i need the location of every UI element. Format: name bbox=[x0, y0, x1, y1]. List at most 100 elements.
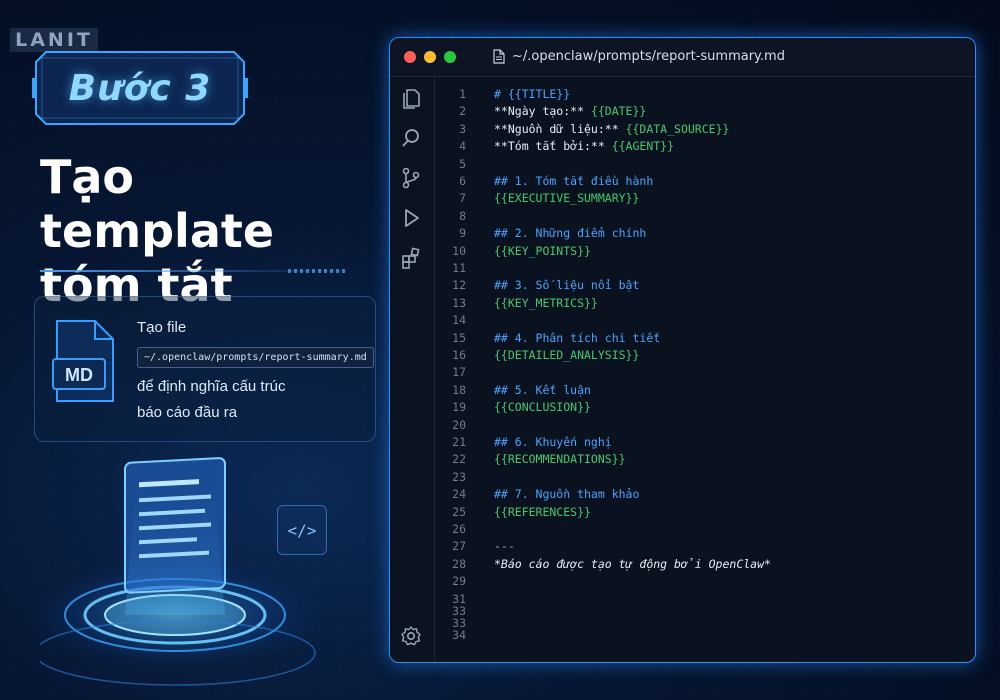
info-line-1: Tạo file bbox=[137, 319, 187, 336]
title-divider bbox=[40, 269, 360, 273]
code-icon-glyph: </> bbox=[287, 520, 317, 540]
code-line: # {{TITLE}} bbox=[494, 87, 570, 101]
code-token: ## 3. Số liệu nổi bật bbox=[494, 278, 640, 293]
code-token: *Báo cáo được tạo tự động bởi OpenClaw* bbox=[494, 556, 771, 571]
maximize-window-button[interactable] bbox=[444, 51, 456, 63]
page-title: Tạo template tóm tắt bbox=[40, 150, 380, 312]
code-token: ## 4. Phân tích chi tiết bbox=[494, 330, 661, 345]
code-line: {{CONCLUSION}} bbox=[494, 400, 591, 414]
line-number: 20 bbox=[452, 417, 466, 432]
line-number: 34 bbox=[452, 627, 466, 642]
code-token: {{RECOMMENDATIONS}} bbox=[494, 452, 626, 467]
line-number: 9 bbox=[459, 226, 466, 241]
info-text: Tạo file ~/.openclaw/prompts/report-summ… bbox=[137, 319, 374, 424]
code-line: **Tóm tắt bởi:** {{AGENT}} bbox=[494, 139, 674, 153]
close-window-button[interactable] bbox=[404, 51, 416, 63]
line-number: 5 bbox=[459, 156, 466, 171]
file-icon bbox=[493, 49, 505, 64]
line-number: 18 bbox=[452, 382, 466, 397]
line-number: 1 bbox=[459, 87, 466, 101]
code-editor-window: ~/.openclaw/prompts/report-summary.md 1 … bbox=[389, 37, 976, 663]
code-token: {{KEY_METRICS}} bbox=[494, 295, 598, 310]
line-number: 25 bbox=[452, 504, 466, 519]
editor-titlebar: ~/.openclaw/prompts/report-summary.md bbox=[390, 38, 975, 77]
md-file-icon: MD bbox=[52, 320, 114, 402]
code-token: ## 1. Tóm tắt điều hành bbox=[494, 174, 654, 188]
code-token: {{REFERENCES}} bbox=[494, 504, 591, 519]
code-token: {{TITLE}} bbox=[507, 87, 571, 101]
line-number: 21 bbox=[452, 435, 466, 449]
code-line: ## 3. Số liệu nổi bật bbox=[494, 278, 639, 292]
code-line: {{EXECUTIVE_SUMMARY}} bbox=[494, 191, 639, 205]
run-icon[interactable] bbox=[400, 207, 422, 229]
code-token: ## 5. Kết luận bbox=[494, 382, 591, 397]
minimize-window-button[interactable] bbox=[424, 51, 436, 63]
line-number: 2 bbox=[459, 104, 466, 119]
line-number: 27 bbox=[452, 539, 466, 554]
code-token: **Tóm tắt bởi:** bbox=[494, 139, 612, 154]
code-line: ## 5. Kết luận bbox=[494, 383, 591, 397]
line-number: 26 bbox=[452, 522, 466, 536]
code-token: ## 6. Khuyến nghị bbox=[494, 435, 612, 449]
code-token: **Ngày tạo:** bbox=[494, 104, 591, 119]
files-icon[interactable] bbox=[400, 87, 422, 109]
code-line: **Nguồn dữ liệu:** {{DATA_SOURCE}} bbox=[494, 122, 729, 136]
line-number: 11 bbox=[452, 261, 466, 275]
line-number: 29 bbox=[452, 574, 466, 589]
line-number: 23 bbox=[452, 469, 466, 484]
code-token: {{KEY_POINTS}} bbox=[494, 243, 591, 258]
activity-bar bbox=[390, 77, 435, 662]
code-line: ## 1. Tóm tắt điều hành bbox=[494, 174, 653, 188]
code-line: ## 2. Những điểm chính bbox=[494, 226, 646, 240]
md-icon-label: MD bbox=[65, 365, 93, 385]
line-number-gutter: 1 2 3 4 5 6 7 8 9 10 11 12 13 14 15 16 17 18 19 20 21 22 23 24 2… bbox=[434, 77, 474, 662]
code-token: # bbox=[494, 87, 508, 101]
line-number: 15 bbox=[452, 330, 466, 345]
step-badge: Bước 3 bbox=[32, 48, 248, 128]
code-token: {{DATE}} bbox=[590, 104, 647, 119]
code-token: --- bbox=[494, 539, 515, 554]
line-number: 6 bbox=[459, 174, 466, 188]
code-token: ## 7. Nguồn tham khảo bbox=[494, 487, 640, 502]
line-number: 14 bbox=[452, 313, 466, 328]
line-number: 24 bbox=[452, 487, 466, 502]
info-line-4: báo cáo đầu ra bbox=[137, 404, 238, 421]
code-area[interactable]: # {{TITLE}} **Ngày tạo:** {{DATE}} **Nguồn… bbox=[494, 77, 975, 662]
line-number: 3 bbox=[459, 121, 466, 136]
settings-icon[interactable] bbox=[400, 625, 422, 647]
editor-file-path: ~/.openclaw/prompts/report-summary.md bbox=[512, 49, 785, 64]
line-number: 13 bbox=[452, 295, 466, 310]
file-path-chip: ~/.openclaw/prompts/report-summary.md bbox=[137, 347, 374, 368]
source-control-icon[interactable] bbox=[400, 167, 422, 189]
line-number: 7 bbox=[459, 191, 466, 206]
code-token: {{AGENT}} bbox=[611, 139, 675, 154]
code-line: **Ngày tạo:** {{DATE}} bbox=[494, 104, 646, 118]
info-line-3: để định nghĩa cấu trúc bbox=[137, 378, 286, 395]
info-card: MD Tạo file ~/.openclaw/prompts/report-s… bbox=[34, 296, 376, 442]
code-token: ## 2. Những điểm chính bbox=[494, 226, 647, 241]
line-number: 22 bbox=[452, 452, 466, 467]
code-line: {{RECOMMENDATIONS}} bbox=[494, 452, 626, 466]
code-line: {{KEY_METRICS}} bbox=[494, 296, 598, 310]
code-line: ## 6. Khuyến nghị bbox=[494, 435, 612, 449]
line-number: 4 bbox=[459, 139, 466, 154]
code-brackets-icon: </> bbox=[277, 505, 327, 555]
code-token: {{CONCLUSION}} bbox=[494, 400, 591, 415]
code-token: **Nguồn dữ liệu:** bbox=[494, 121, 626, 136]
line-number: 12 bbox=[452, 278, 466, 293]
hologram-document-illustration bbox=[40, 457, 325, 686]
code-token: {{DATA_SOURCE}} bbox=[625, 121, 730, 136]
line-number: 28 bbox=[452, 556, 466, 571]
code-line: {{REFERENCES}} bbox=[494, 505, 591, 519]
line-number: 19 bbox=[452, 400, 466, 415]
extensions-icon[interactable] bbox=[400, 247, 422, 269]
line-number: 16 bbox=[452, 348, 466, 362]
line-number: 10 bbox=[452, 243, 466, 258]
step-label: Bước 3 bbox=[68, 68, 212, 109]
code-line: {{KEY_POINTS}} bbox=[494, 244, 591, 258]
title-line-1: Tạo template bbox=[40, 150, 275, 258]
line-number: 8 bbox=[459, 208, 466, 223]
code-token: {{DETAILED_ANALYSIS}} bbox=[494, 348, 640, 362]
code-line: {{DETAILED_ANALYSIS}} bbox=[494, 348, 639, 362]
search-icon[interactable] bbox=[400, 127, 422, 149]
